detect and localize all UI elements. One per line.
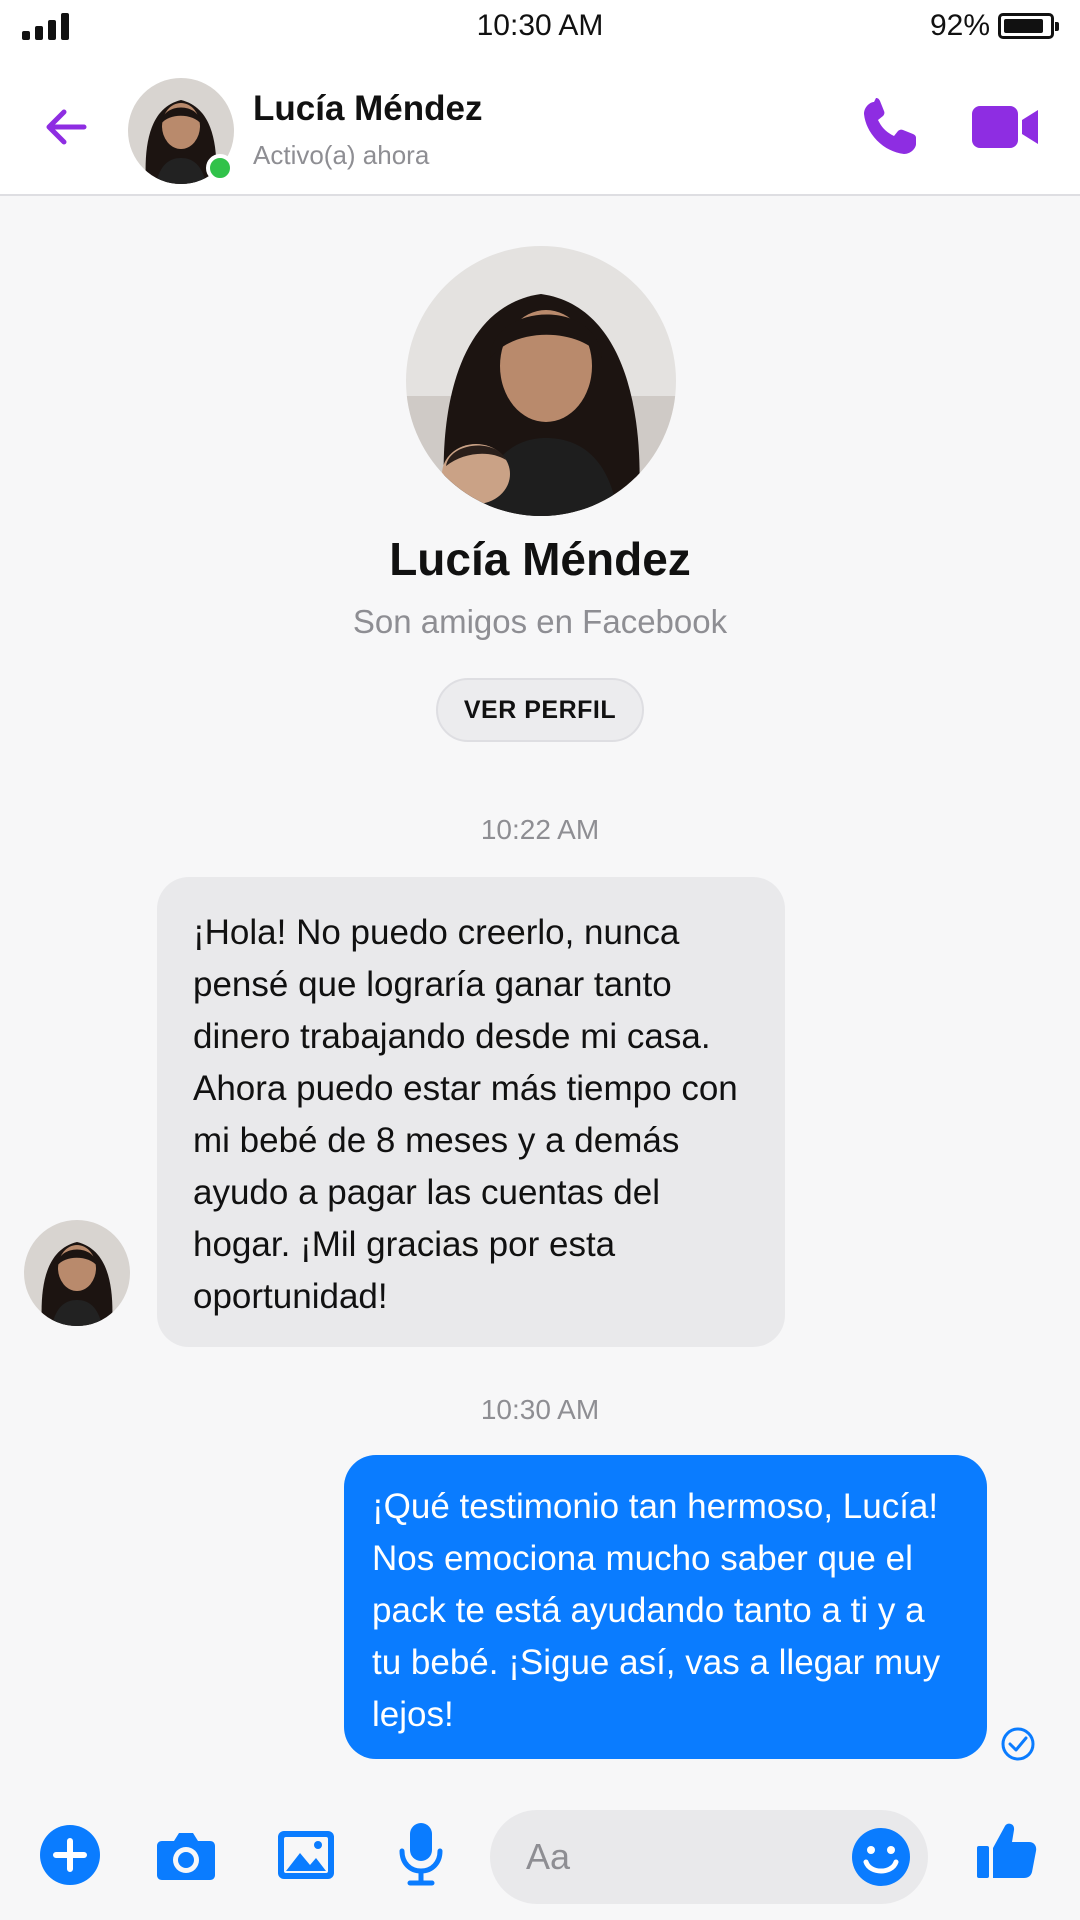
- message-timestamp: 10:30 AM: [480, 1394, 600, 1425]
- gallery-button[interactable]: [274, 1823, 338, 1887]
- emoji-button[interactable]: [850, 1826, 912, 1888]
- plus-icon: [40, 1825, 100, 1885]
- status-bar: 10:30 AM 92%: [0, 0, 1080, 56]
- profile-name: Lucía Méndez: [389, 533, 691, 585]
- video-camera-icon: [972, 106, 1038, 148]
- camera-icon: [157, 1833, 215, 1880]
- sent-check-icon: [1000, 1726, 1036, 1762]
- view-profile-button[interactable]: VER PERFIL: [436, 678, 644, 742]
- outgoing-message[interactable]: ¡Qué testimonio tan hermoso, Lucía! Nos …: [344, 1455, 987, 1759]
- message-input-container: [490, 1810, 928, 1904]
- more-actions-button[interactable]: [38, 1823, 102, 1887]
- battery-icon: [998, 13, 1059, 39]
- smiley-icon: [852, 1828, 910, 1886]
- voice-message-button[interactable]: [398, 1821, 462, 1886]
- phone-icon: [864, 98, 916, 154]
- sender-avatar[interactable]: [24, 1220, 130, 1326]
- like-button[interactable]: [975, 1818, 1039, 1882]
- profile-photo[interactable]: [406, 246, 676, 516]
- conversation-header: Lucía Méndez Activo(a) ahora: [0, 56, 1080, 196]
- status-time: 10:30 AM: [476, 9, 604, 42]
- battery-percent: 92%: [929, 9, 990, 42]
- message-timestamp: 10:22 AM: [480, 814, 600, 845]
- video-call-button[interactable]: [972, 104, 1040, 150]
- image-icon: [278, 1831, 334, 1879]
- microphone-icon: [399, 1823, 443, 1886]
- camera-button[interactable]: [154, 1823, 218, 1887]
- online-indicator: [206, 154, 234, 182]
- incoming-message[interactable]: ¡Hola! No puedo creerlo, nunca pensé que…: [157, 877, 785, 1347]
- contact-name[interactable]: Lucía Méndez: [253, 89, 482, 129]
- thumbs-up-icon: [977, 1823, 1037, 1878]
- message-composer: [0, 1790, 1080, 1920]
- contact-status: Activo(a) ahora: [253, 140, 430, 170]
- voice-call-button[interactable]: [860, 96, 920, 156]
- friendship-status: Son amigos en Facebook: [352, 603, 728, 640]
- arrow-left-icon: [46, 109, 87, 145]
- message-input[interactable]: [526, 1834, 826, 1880]
- back-button[interactable]: [40, 100, 94, 154]
